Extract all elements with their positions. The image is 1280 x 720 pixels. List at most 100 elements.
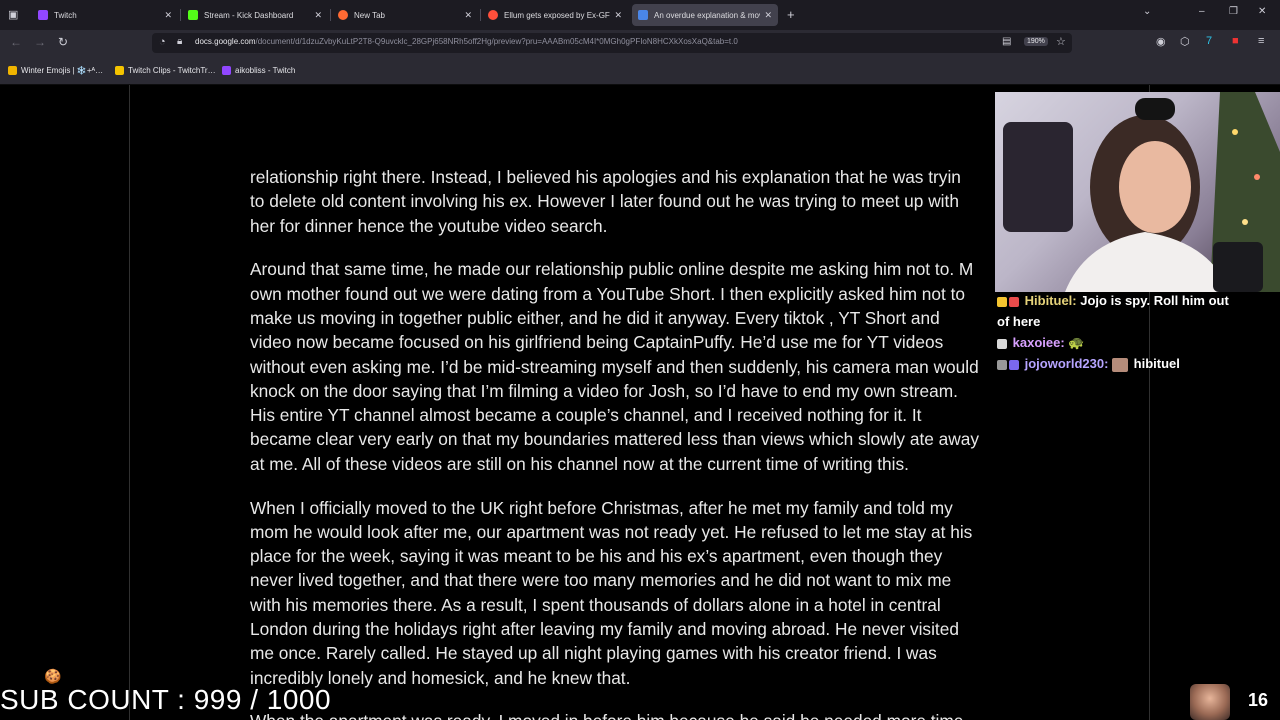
tab-kick-dashboard[interactable]: Stream - Kick Dashboard ✕ (182, 4, 328, 26)
tab-ellum-video[interactable]: Ellum gets exposed by Ex-GF Ca ✕ (482, 4, 628, 26)
url-bar[interactable]: ◔ 🔒︎ docs.google.com/document/d/1dzuZvby… (152, 33, 1072, 53)
text-line: without even asking me. I’d be mid-strea… (250, 356, 979, 377)
emote-icon (1112, 357, 1129, 372)
twitch-icon (222, 66, 231, 75)
chat-text: Jojo is spy. Roll him out (1080, 293, 1229, 308)
face (1119, 141, 1191, 233)
close-window-icon[interactable]: ✕ (1258, 6, 1266, 17)
firefox-icon (338, 10, 348, 20)
avatar (1190, 684, 1230, 720)
microphone (1213, 242, 1263, 292)
webcam-feed (995, 92, 1280, 292)
paragraph: When I officially moved to the UK right … (250, 496, 1030, 690)
url-text[interactable]: docs.google.com/document/d/1dzuZvbyKuLtP… (195, 37, 738, 46)
bookmark-winter-emojis[interactable]: Winter Emojis | ❄️+ᴬ… (8, 66, 103, 75)
tab-label: An overdue explanation & mov (654, 10, 761, 20)
tab-google-doc[interactable]: An overdue explanation & mov ✕ (632, 4, 778, 26)
badge-icon (1009, 359, 1019, 370)
minimize-icon[interactable]: – (1199, 6, 1205, 17)
text-line: at me. All of these videos are still on … (250, 453, 909, 474)
chat-emote: 🐢 (1068, 335, 1085, 350)
text-line: to delete old content involving his ex. … (250, 191, 959, 212)
google-docs-icon (638, 10, 648, 20)
extension-7tv-icon[interactable]: 7 (1206, 35, 1212, 47)
text-line: When I officially moved to the UK right … (250, 497, 953, 518)
lock-icon[interactable]: 🔒︎ (177, 36, 182, 47)
reload-icon[interactable]: ↻ (58, 35, 68, 49)
tab-label: Twitch (54, 10, 77, 20)
close-icon[interactable]: ✕ (614, 10, 622, 21)
chat-overlay: Hibituel: Jojo is spy. Roll him out of h… (997, 290, 1280, 374)
url-path: /document/d/1dzuZvbyKuLtP2T8-Q9uvcklc_28… (255, 37, 738, 46)
text-line: knock on the door saying that I’m filmin… (250, 380, 958, 401)
badge-icon (997, 359, 1007, 370)
paragraph: Around that same time, he made our relat… (250, 257, 1030, 476)
text-line: became clear very early on that my bound… (250, 429, 980, 450)
close-icon[interactable]: ✕ (764, 10, 772, 21)
page-border-left (129, 85, 130, 720)
badge-icon (997, 296, 1007, 307)
text-line: place for the week, saying it was meant … (250, 546, 943, 567)
new-tab-icon[interactable]: + (787, 7, 795, 22)
bookmark-aikobliss-twitch[interactable]: aikobliss - Twitch (222, 66, 295, 75)
tab-twitch[interactable]: Twitch ✕ (32, 4, 178, 26)
extension-badge-icon[interactable]: ■ (1232, 35, 1239, 47)
back-icon[interactable]: ← (10, 35, 22, 49)
account-icon[interactable]: ◉ (1156, 35, 1166, 48)
close-icon[interactable]: ✕ (164, 10, 172, 21)
sub-count: SUB COUNT : 999 / 1000 (0, 684, 332, 715)
text-line: London during the holidays right after l… (250, 619, 959, 640)
text-line: When the apartment was ready, I moved in… (250, 709, 1030, 720)
badge-icon (1009, 296, 1019, 307)
paragraph: relationship right there. Instead, I bel… (250, 165, 1030, 238)
chat-message-continuation: of here (997, 311, 1280, 332)
chat-username: Hibituel: (1024, 293, 1077, 308)
tab-label: Ellum gets exposed by Ex-GF Ca (504, 10, 611, 20)
restore-icon[interactable]: ❐ (1229, 6, 1238, 17)
text-line: make us moving in together public either… (250, 307, 940, 328)
text-line: her for dinner hence the youtube video s… (250, 215, 608, 236)
extensions-icon[interactable]: ⬡ (1180, 35, 1190, 48)
zoom-indicator[interactable]: 190% (1024, 37, 1048, 46)
tab-label: New Tab (354, 10, 385, 20)
text-line: with his memories there. As a result, I … (250, 594, 941, 615)
chat-text: of here (997, 314, 1041, 329)
text-line: His entire YT channel almost became a co… (250, 405, 922, 426)
close-icon[interactable]: ✕ (464, 10, 472, 21)
bookmark-twitch-clips[interactable]: Twitch Clips - TwitchTr… (115, 66, 216, 75)
text-line: own mother found out we were dating from… (250, 283, 966, 304)
reader-view-icon[interactable]: ▤ (1002, 36, 1011, 47)
document-body: relationship right there. Instead, I bel… (250, 165, 1030, 720)
chat-message: kaxoiee: 🐢 (997, 332, 1280, 353)
shield-icon[interactable]: ◔ (159, 36, 166, 48)
headphones-icon (1135, 98, 1175, 120)
viewer-count: 16 (1248, 690, 1269, 710)
text-line: mom he would look after me, our apartmen… (250, 521, 973, 542)
cookie-icon: 🍪 (44, 668, 62, 684)
text-line: relationship right there. Instead, I bel… (250, 167, 961, 187)
text-line: never lived together, and that there wer… (250, 570, 952, 591)
bookmark-label: Twitch Clips - TwitchTr… (128, 66, 216, 75)
close-icon[interactable]: ✕ (314, 10, 322, 21)
bookmark-star-icon[interactable]: ☆ (1056, 35, 1066, 48)
twitchtracker-icon (115, 66, 124, 75)
url-domain: docs.google.com (195, 37, 256, 46)
chat-message: jojoworld230: hibituel (997, 353, 1280, 374)
folder-icon (8, 66, 17, 75)
twitch-icon (38, 10, 48, 20)
menu-icon[interactable]: ≡ (1258, 35, 1264, 47)
navigation-bar: ← → ↻ ◔ 🔒︎ docs.google.com/document/d/1d… (0, 30, 1280, 56)
chevron-down-icon[interactable]: ⌄ (1143, 6, 1151, 17)
text-line: Around that same time, he made our relat… (250, 259, 974, 280)
tab-list-icon[interactable]: ▣ (8, 8, 18, 21)
tab-strip: ▣ Twitch ✕ Stream - Kick Dashboard ✕ New… (0, 0, 1280, 30)
bookmark-label: Winter Emojis | ❄️+ᴬ… (21, 66, 104, 75)
chat-username: kaxoiee: (1012, 335, 1065, 350)
forward-icon[interactable]: → (34, 35, 46, 49)
text-line: incredibly lonely and homesick, and he k… (250, 667, 631, 688)
bookmark-label: aikobliss - Twitch (235, 66, 296, 75)
tab-separator (480, 9, 481, 21)
shirt (1065, 232, 1230, 292)
tab-new-tab[interactable]: New Tab ✕ (332, 4, 478, 26)
bookmarks-bar: Winter Emojis | ❄️+ᴬ… Twitch Clips - Twi… (0, 56, 1280, 85)
